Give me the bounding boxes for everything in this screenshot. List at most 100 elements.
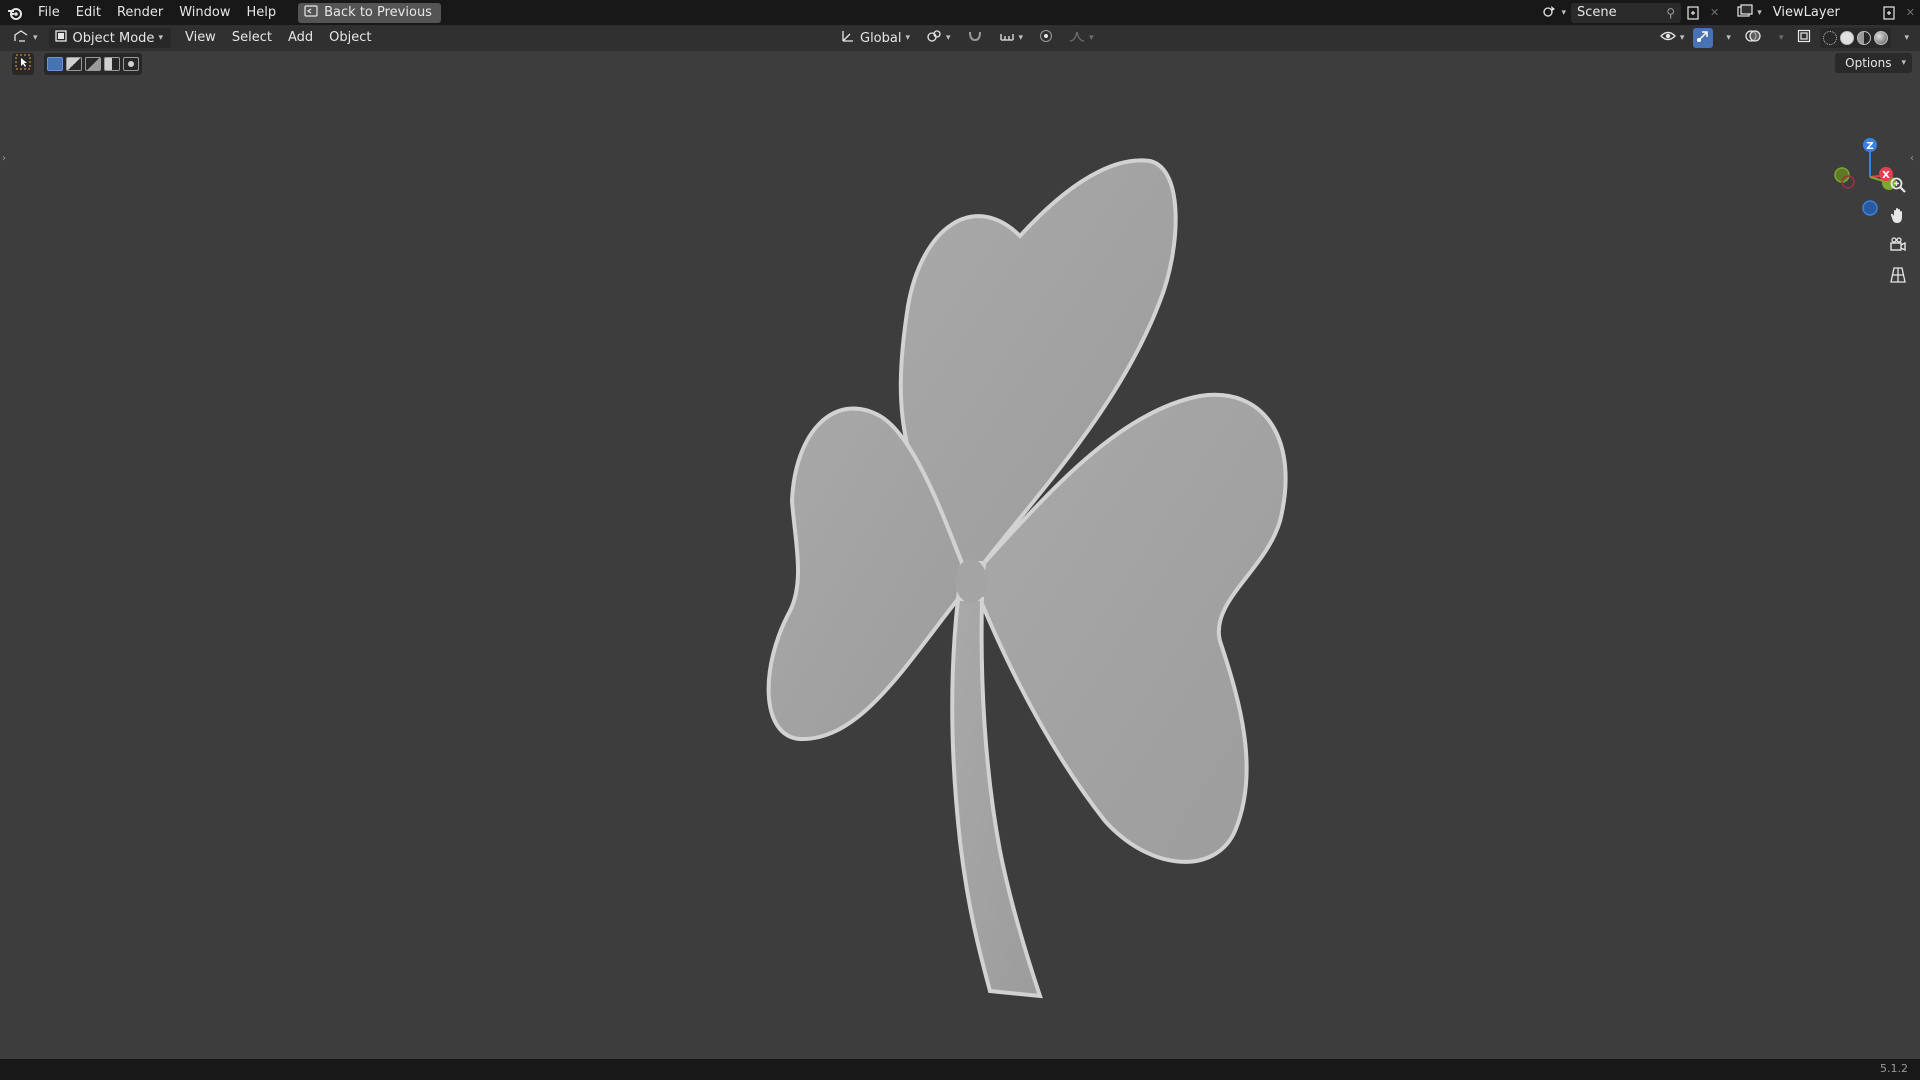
- transform-controls: Global ▾ ▾ ▾ ▾: [836, 25, 1099, 51]
- select-tool-button[interactable]: [12, 53, 34, 75]
- mode-selector[interactable]: Object Mode ▾: [48, 28, 171, 48]
- viewlayer-name-field[interactable]: ViewLayer: [1766, 2, 1877, 23]
- scene-name: Scene: [1577, 5, 1617, 20]
- menu-edit[interactable]: Edit: [68, 0, 109, 25]
- viewport-display-controls: ▾ ▾ ▾ ▾: [1655, 25, 1914, 51]
- chevron-down-icon: ▾: [1561, 7, 1567, 18]
- overlay-icon: [1745, 29, 1761, 47]
- editor-type-selector[interactable]: ▾: [8, 28, 43, 48]
- shading-menu[interactable]: ▾: [1895, 28, 1914, 48]
- delete-viewlayer-button[interactable]: ✕: [1901, 3, 1920, 23]
- chevron-down-icon: ▾: [905, 33, 911, 43]
- wireframe-shading-icon[interactable]: [1823, 31, 1838, 45]
- orientation-label: Global: [860, 30, 902, 46]
- viewlayer-name: ViewLayer: [1772, 5, 1840, 20]
- visibility-selector[interactable]: ▾: [1655, 28, 1690, 48]
- proportional-editing-toggle[interactable]: [1034, 28, 1058, 48]
- axis-z-label: Z: [1866, 141, 1873, 152]
- new-scene-button[interactable]: [1681, 3, 1705, 23]
- viewport-header: ▾ Object Mode ▾ View Select Add Object G…: [0, 25, 1920, 51]
- falloff-icon: [1069, 29, 1085, 47]
- transform-orientation-selector[interactable]: Global ▾: [836, 28, 915, 48]
- menu-view[interactable]: View: [177, 25, 224, 51]
- rendered-shading-icon[interactable]: [1874, 31, 1889, 45]
- back-button-label: Back to Previous: [324, 5, 432, 20]
- select-intersect-icon[interactable]: [123, 57, 139, 71]
- chevron-down-icon: ▾: [1901, 58, 1906, 68]
- chevron-down-icon: ▾: [33, 33, 38, 43]
- new-viewlayer-button[interactable]: [1877, 3, 1901, 23]
- menu-help[interactable]: Help: [239, 0, 285, 25]
- chevron-down-icon: ▾: [1778, 33, 1784, 43]
- axis-neg-z-handle[interactable]: [1862, 200, 1878, 216]
- orientation-icon: [841, 29, 855, 47]
- 3d-viewport[interactable]: › ‹ Z X: [0, 51, 1920, 1059]
- menu-object[interactable]: Object: [321, 25, 379, 51]
- menu-window[interactable]: Window: [171, 0, 238, 25]
- pivot-point-selector[interactable]: ▾: [921, 28, 956, 48]
- select-extend-icon[interactable]: [66, 57, 82, 71]
- blender-logo-icon[interactable]: [0, 0, 30, 25]
- sidebar-expand-toggle[interactable]: ‹: [1910, 151, 1918, 167]
- snap-increment-icon: [999, 29, 1015, 47]
- viewlayer-selector[interactable]: ▾: [1732, 3, 1767, 23]
- top-menu-bar: File Edit Render Window Help Back to Pre…: [0, 0, 1920, 25]
- chevron-down-icon: ▾: [1757, 7, 1762, 18]
- zoom-icon: [1889, 176, 1907, 198]
- snap-target-selector[interactable]: ▾: [994, 28, 1029, 48]
- menu-render[interactable]: Render: [109, 0, 171, 25]
- shading-mode-group: [1820, 28, 1892, 48]
- zoom-button[interactable]: [1886, 175, 1910, 199]
- tool-settings-row: [12, 53, 142, 75]
- pin-icon[interactable]: ⚲: [1666, 6, 1675, 20]
- object-mode-icon: [54, 30, 67, 46]
- perspective-toggle-button[interactable]: [1886, 265, 1910, 289]
- scene-selector[interactable]: ▾: [1537, 3, 1572, 23]
- material-shading-icon[interactable]: [1857, 31, 1872, 45]
- back-to-previous-button[interactable]: Back to Previous: [298, 2, 441, 23]
- chevron-down-icon: ▾: [1726, 33, 1731, 43]
- gizmo-icon: [1696, 29, 1710, 47]
- toolbar-expand-toggle[interactable]: ›: [2, 151, 10, 167]
- gizmo-menu[interactable]: ▾: [1717, 28, 1736, 48]
- shamrock-object[interactable]: [740, 151, 1300, 1001]
- visibility-icon: [1659, 29, 1676, 47]
- delete-scene-button[interactable]: ✕: [1705, 3, 1724, 23]
- select-new-icon[interactable]: [47, 57, 63, 71]
- selection-mode-group: [44, 53, 142, 75]
- chevron-down-icon: ▾: [946, 33, 951, 43]
- pivot-icon: [926, 29, 942, 47]
- top-right-controls: ▾ Scene ⚲ ✕ ▾ ViewLayer ✕: [1537, 0, 1920, 25]
- solid-shading-icon[interactable]: [1840, 31, 1855, 45]
- chevron-down-icon: ▾: [1904, 33, 1909, 43]
- chevron-down-icon: ▾: [1679, 33, 1685, 43]
- overlay-toggle[interactable]: [1740, 28, 1766, 48]
- proportional-falloff-selector[interactable]: ▾: [1064, 28, 1099, 48]
- pan-button[interactable]: [1886, 205, 1910, 229]
- overlay-menu[interactable]: ▾: [1770, 28, 1789, 48]
- editor-type-icon: [13, 29, 29, 47]
- duplicate-icon: [1687, 5, 1699, 20]
- select-tool-icon: [15, 54, 31, 74]
- chevron-down-icon: ▾: [1089, 33, 1094, 43]
- menu-file[interactable]: File: [30, 0, 68, 25]
- mode-label: Object Mode: [72, 30, 155, 46]
- xray-toggle[interactable]: [1792, 28, 1816, 48]
- menu-add[interactable]: Add: [280, 25, 321, 51]
- chevron-down-icon: ▾: [158, 33, 163, 43]
- version-label: 5.1.2: [1880, 1062, 1908, 1075]
- camera-view-button[interactable]: [1886, 235, 1910, 259]
- grid-icon: [1889, 266, 1907, 288]
- options-dropdown[interactable]: Options ▾: [1835, 53, 1912, 73]
- shamrock-center: [955, 559, 987, 603]
- gizmo-toggle[interactable]: [1693, 28, 1714, 48]
- scene-icon: [1542, 4, 1558, 22]
- snap-toggle[interactable]: [962, 28, 988, 48]
- menu-select[interactable]: Select: [224, 25, 280, 51]
- scene-name-field[interactable]: Scene ⚲: [1571, 2, 1682, 23]
- chevron-down-icon: ▾: [1018, 33, 1024, 43]
- select-invert-icon[interactable]: [104, 57, 120, 71]
- select-subtract-icon[interactable]: [85, 57, 101, 71]
- snap-icon: [967, 29, 983, 47]
- camera-icon: [1889, 236, 1907, 258]
